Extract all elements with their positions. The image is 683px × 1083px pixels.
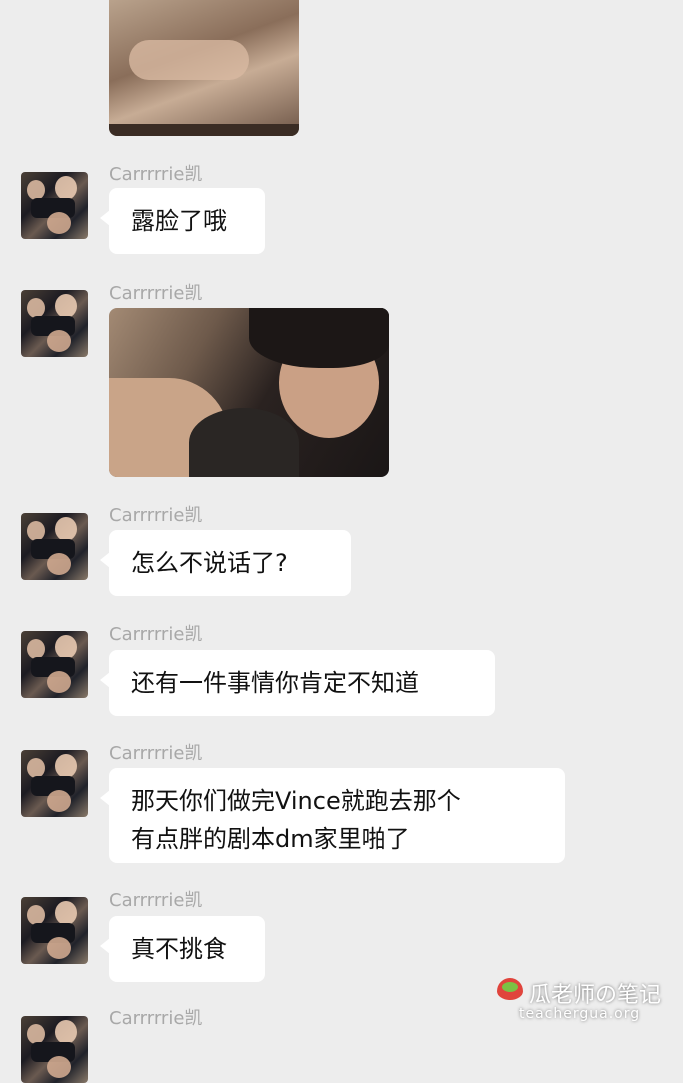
avatar[interactable]: [21, 513, 88, 580]
sender-name: Carrrrrie凯: [109, 283, 203, 304]
avatar[interactable]: [21, 750, 88, 817]
message-bubble[interactable]: 还有一件事情你肯定不知道: [100, 650, 495, 716]
sender-name: Carrrrrie凯: [109, 743, 203, 764]
avatar[interactable]: [21, 172, 88, 239]
sender-name: Carrrrrie凯: [109, 505, 203, 526]
chat-image[interactable]: [109, 308, 389, 477]
message-bubble[interactable]: 露脸了哦: [100, 188, 265, 254]
message-bubble[interactable]: 怎么不说话了?: [100, 530, 351, 596]
avatar[interactable]: [21, 290, 88, 357]
avatar[interactable]: [21, 631, 88, 698]
message-bubble[interactable]: 那天你们做完Vince就跑去那个 有点胖的剧本dm家里啪了: [100, 768, 565, 863]
message-bubble[interactable]: 真不挑食: [100, 916, 265, 982]
chat-image-top[interactable]: [109, 0, 299, 136]
sender-name: Carrrrrie凯: [109, 164, 203, 185]
avatar[interactable]: [21, 897, 88, 964]
sender-name: Carrrrrie凯: [109, 624, 203, 645]
sender-name: Carrrrrie凯: [109, 1008, 203, 1029]
avatar[interactable]: [21, 1016, 88, 1083]
watermark-title: 瓜老师の笔记: [529, 983, 662, 1008]
sender-name: Carrrrrie凯: [109, 890, 203, 911]
watermelon-icon: [497, 978, 523, 1000]
watermark-url: teachergua.org: [519, 1006, 641, 1022]
